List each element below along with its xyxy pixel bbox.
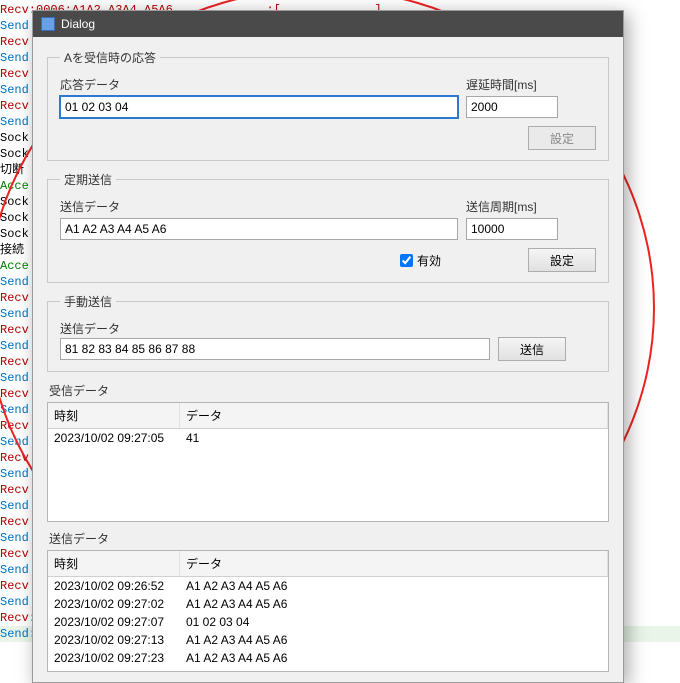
cell-data: A1 A2 A3 A4 A5 A6 <box>180 577 608 595</box>
recv-grid-body[interactable]: 2023/10/02 09:27:0541 <box>48 429 608 521</box>
periodic-period-label: 送信周期[ms] <box>466 198 558 215</box>
table-row[interactable]: 2023/10/02 09:27:02A1 A2 A3 A4 A5 A6 <box>48 595 608 613</box>
send-grid-body[interactable]: 2023/10/02 09:26:52A1 A2 A3 A4 A5 A62023… <box>48 577 608 671</box>
periodic-set-button[interactable]: 設定 <box>528 248 596 272</box>
manual-data-input[interactable] <box>60 338 490 360</box>
manual-send-button[interactable]: 送信 <box>498 337 566 361</box>
group-periodic-legend: 定期送信 <box>60 171 116 188</box>
dialog-title: Dialog <box>61 17 95 31</box>
cell-time: 2023/10/02 09:27:13 <box>48 631 180 649</box>
recv-section-label: 受信データ <box>49 382 609 399</box>
periodic-enable-input[interactable] <box>400 254 413 267</box>
response-set-button[interactable]: 設定 <box>528 126 596 150</box>
periodic-period-input[interactable] <box>466 218 558 240</box>
cell-data: 01 02 03 04 <box>180 613 608 631</box>
cell-data: A1 A2 A3 A4 A5 A6 <box>180 595 608 613</box>
table-row[interactable]: 2023/10/02 09:27:23A1 A2 A3 A4 A5 A6 <box>48 649 608 667</box>
dialog-window: Dialog Aを受信時の応答 応答データ 遅延時間[ms] 設定 定期送信 <box>32 10 624 683</box>
table-row[interactable]: 2023/10/02 09:27:13A1 A2 A3 A4 A5 A6 <box>48 631 608 649</box>
response-delay-input[interactable] <box>466 96 558 118</box>
cell-data: A1 A2 A3 A4 A5 A6 <box>180 649 608 667</box>
cell-time: 2023/10/02 09:27:07 <box>48 613 180 631</box>
send-section-label: 送信データ <box>49 530 609 547</box>
table-row[interactable]: 2023/10/02 09:26:52A1 A2 A3 A4 A5 A6 <box>48 577 608 595</box>
app-icon <box>41 17 55 31</box>
group-manual: 手動送信 送信データ 送信 <box>47 293 609 372</box>
send-col-data[interactable]: データ <box>180 551 608 576</box>
recv-grid: 時刻 データ 2023/10/02 09:27:0541 <box>47 402 609 522</box>
recv-col-data[interactable]: データ <box>180 403 608 428</box>
dialog-titlebar[interactable]: Dialog <box>33 11 623 37</box>
group-response: Aを受信時の応答 応答データ 遅延時間[ms] 設定 <box>47 49 609 161</box>
response-delay-label: 遅延時間[ms] <box>466 76 558 93</box>
periodic-data-label: 送信データ <box>60 198 458 215</box>
cell-data: 41 <box>180 429 608 447</box>
cell-data: A1 A2 A3 A4 A5 A6 <box>180 631 608 649</box>
periodic-data-input[interactable] <box>60 218 458 240</box>
periodic-enable-checkbox[interactable]: 有効 <box>400 252 441 269</box>
response-data-label: 応答データ <box>60 76 458 93</box>
recv-col-time[interactable]: 時刻 <box>48 403 180 428</box>
group-response-legend: Aを受信時の応答 <box>60 49 160 66</box>
periodic-enable-label: 有効 <box>417 252 441 269</box>
cell-time: 2023/10/02 09:27:02 <box>48 595 180 613</box>
cell-time: 2023/10/02 09:26:52 <box>48 577 180 595</box>
group-periodic: 定期送信 送信データ 送信周期[ms] 有効 設定 <box>47 171 609 283</box>
send-grid: 時刻 データ 2023/10/02 09:26:52A1 A2 A3 A4 A5… <box>47 550 609 672</box>
table-row[interactable]: 2023/10/02 09:27:0541 <box>48 429 608 447</box>
cell-time: 2023/10/02 09:27:23 <box>48 649 180 667</box>
response-data-input[interactable] <box>60 96 458 118</box>
cell-time: 2023/10/02 09:27:05 <box>48 429 180 447</box>
table-row[interactable]: 2023/10/02 09:27:0701 02 03 04 <box>48 613 608 631</box>
manual-data-label: 送信データ <box>60 322 120 336</box>
group-manual-legend: 手動送信 <box>60 293 116 310</box>
send-col-time[interactable]: 時刻 <box>48 551 180 576</box>
